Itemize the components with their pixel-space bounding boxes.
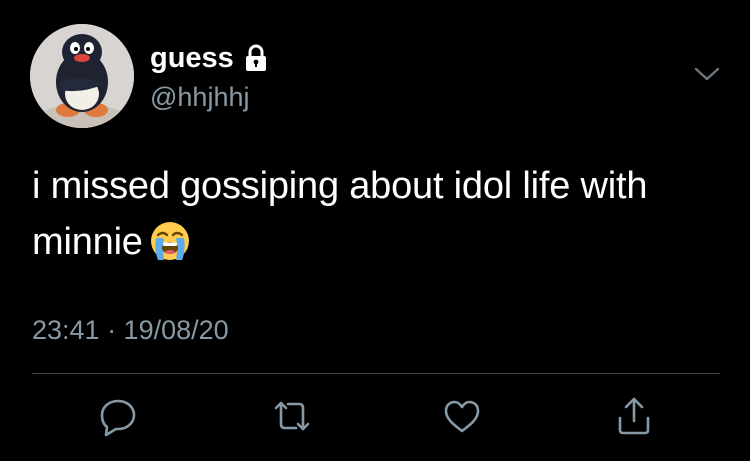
lock-icon — [244, 44, 268, 72]
tweet-timestamp[interactable]: 23:41 · 19/08/20 — [32, 312, 229, 348]
tweet-text: i missed gossiping about idol life with … — [32, 158, 722, 270]
penguin-avatar-icon — [30, 24, 134, 128]
share-icon — [618, 397, 650, 435]
tweet-text-line: i missed gossiping about idol life with — [32, 165, 648, 207]
author-handle[interactable]: @hhjhhj — [150, 80, 249, 114]
author-name-row: guess — [150, 40, 268, 76]
loudly-crying-face-emoji-icon — [149, 220, 191, 262]
avatar[interactable] — [30, 24, 134, 128]
like-button[interactable] — [440, 394, 484, 438]
retweet-button[interactable] — [270, 394, 314, 438]
retweet-icon — [274, 401, 310, 431]
share-button[interactable] — [612, 394, 656, 438]
reply-button[interactable] — [96, 394, 140, 438]
chevron-down-icon[interactable] — [692, 62, 722, 86]
divider — [32, 373, 720, 374]
display-name[interactable]: guess — [150, 40, 234, 76]
tweet-text-line: minnie — [32, 214, 722, 270]
like-icon — [444, 400, 480, 433]
tweet-text-segment: minnie — [32, 221, 143, 263]
reply-icon — [100, 399, 136, 437]
